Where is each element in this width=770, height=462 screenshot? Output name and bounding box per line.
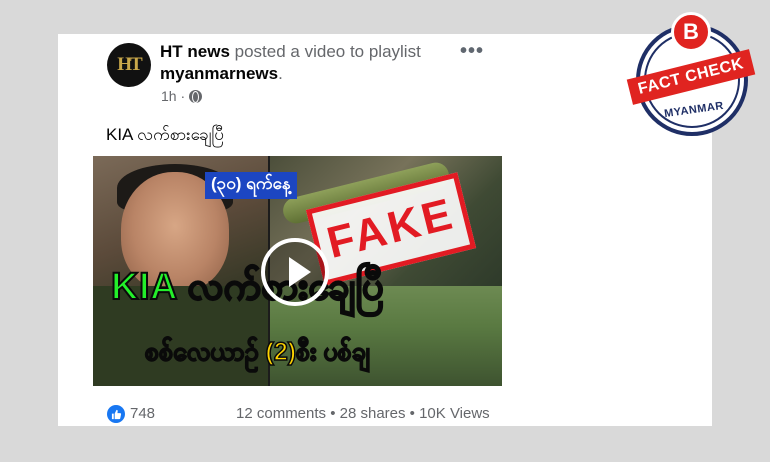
badge-letter-circle: B (671, 12, 711, 52)
fact-check-badge: B FACT CHECK MYANMAR (626, 12, 758, 136)
facebook-post-card: HT HT news posted a video to playlist my… (58, 34, 712, 426)
video-headline: KIA လက်စားချေပြီ (110, 265, 385, 309)
like-icon[interactable] (107, 405, 125, 423)
page-avatar[interactable]: HT (107, 43, 151, 87)
post-meta: 1h · (161, 88, 203, 104)
playlist-period: . (278, 64, 283, 83)
avatar-logo-text: HT (117, 54, 142, 75)
video-thumbnail[interactable]: (၃၀) ရက်နေ့ FAKE KIA လက်စားချေပြီ စစ်လေယ… (93, 156, 502, 386)
fake-stamp-text: FAKE (322, 189, 460, 268)
more-options-icon[interactable]: ••• (460, 40, 484, 63)
post-header-line: HT news posted a video to playlist (160, 42, 421, 62)
playlist-link[interactable]: myanmarnews (160, 64, 278, 83)
badge-letter: B (683, 19, 699, 44)
video-subline: စစ်လေယာဉ် (2)စီး ပစ်ချ (144, 337, 370, 367)
post-text: KIA လက်စားချေပြီ (106, 125, 224, 144)
post-header-line-2: myanmarnews. (160, 64, 283, 84)
post-stats[interactable]: 12 comments • 28 shares • 10K Views (236, 405, 490, 422)
post-timestamp[interactable]: 1h · (161, 88, 185, 104)
like-count[interactable]: 748 (130, 405, 155, 422)
globe-icon (189, 89, 203, 103)
video-date-caption: (၃၀) ရက်နေ့ (205, 172, 297, 199)
post-action-text: posted a video to playlist (234, 42, 421, 61)
play-icon[interactable] (261, 238, 329, 306)
author-name[interactable]: HT news (160, 42, 230, 61)
